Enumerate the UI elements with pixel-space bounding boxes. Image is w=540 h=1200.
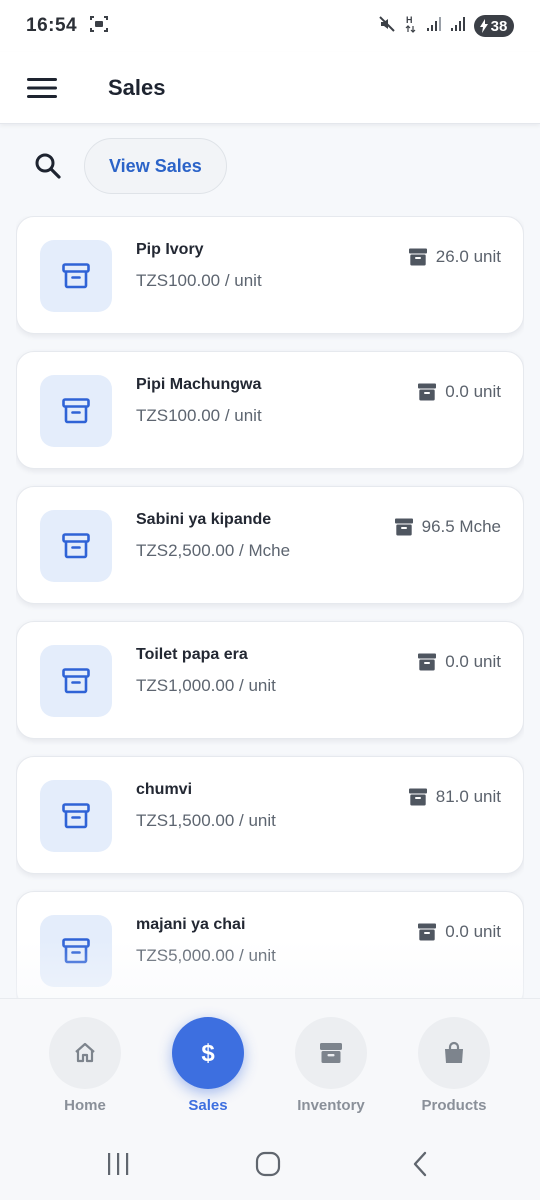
product-price: TZS1,500.00 / unit [136,811,276,830]
product-card[interactable]: chumvi TZS1,500.00 / unit 81.0 unit [16,756,524,874]
nav-sales[interactable]: $ Sales [153,1017,263,1117]
product-price: TZS1,000.00 / unit [136,676,276,695]
archive-box-icon [62,263,90,289]
inventory-box-icon [320,1043,342,1063]
product-icon-tile [40,645,112,717]
stock-box-icon [418,923,437,941]
nav-inventory[interactable]: Inventory [276,1017,386,1117]
mute-icon [378,15,396,38]
page-title: Sales [108,74,166,100]
svg-text:$: $ [201,1040,215,1067]
nav-label-inventory: Inventory [297,1097,365,1114]
product-stock: 0.0 unit [417,922,501,942]
product-name: Pip Ivory [136,241,204,258]
product-stock: 0.0 unit [417,652,501,672]
product-price: TZS100.00 / unit [136,406,262,425]
shopping-bag-icon [445,1041,463,1063]
battery-level: 38 [490,17,508,35]
product-stock: 26.0 unit [408,247,501,267]
product-icon-tile [40,915,112,987]
stock-quantity: 0.0 unit [445,382,501,401]
product-name: Toilet papa era [136,646,248,663]
product-card[interactable]: Toilet papa era TZS1,000.00 / unit 0.0 uni… [16,621,524,739]
battery-indicator: 38 [474,15,514,37]
nav-products[interactable]: Products [399,1017,509,1117]
signal-h-icon: H [404,14,418,39]
product-list: Pip Ivory TZS100.00 / unit 26.0 unit Pipi M… [16,216,524,998]
product-name: majani ya chai [136,916,246,933]
nav-label-products: Products [421,1097,487,1114]
nav-home[interactable]: Home [30,1017,140,1117]
product-card[interactable]: Sabini ya kipande TZS2,500.00 / Mche 96.5 … [16,486,524,604]
product-icon-tile [40,240,112,312]
product-name: Pipi Machungwa [136,376,262,393]
bottom-navigation: Home $ Sales Inventory Products [0,998,540,1126]
stock-quantity: 81.0 unit [435,787,501,806]
product-card[interactable]: majani ya chai TZS5,000.00 / unit 0.0 unit [16,891,524,998]
home-circle-icon [255,1151,281,1177]
stock-quantity: 96.5 Mche [421,517,501,536]
system-navigation [0,1126,540,1200]
product-price: TZS5,000.00 / unit [136,946,276,965]
signal-icon [426,16,442,37]
archive-box-icon [62,938,90,964]
stock-box-icon [408,248,427,266]
status-time: 16:54 [26,15,78,36]
product-name: chumvi [136,781,193,798]
back-icon [413,1151,427,1177]
product-icon-tile [40,510,112,582]
dollar-icon: $ [201,1040,215,1067]
search-button[interactable] [24,142,72,190]
nav-home-button[interactable] [49,1017,121,1089]
archive-box-icon [62,533,90,559]
product-card[interactable]: Pip Ivory TZS100.00 / unit 26.0 unit [16,216,524,334]
battery-charging-icon [479,19,488,33]
search-icon [35,153,61,179]
nav-label-home: Home [64,1097,106,1114]
menu-button[interactable] [0,52,84,124]
recent-apps-button[interactable] [98,1146,138,1182]
stock-box-icon [418,653,437,671]
stock-box-icon [394,518,413,536]
product-icon-tile [40,780,112,852]
product-price: TZS100.00 / unit [136,271,262,290]
view-sales-button[interactable]: View Sales [84,138,227,194]
product-icon-tile [40,375,112,447]
product-stock: 0.0 unit [417,382,501,402]
screenshot-icon [89,14,109,39]
stock-quantity: 0.0 unit [445,652,501,671]
product-price: TZS2,500.00 / Mche [136,541,291,560]
stock-quantity: 0.0 unit [445,922,501,941]
product-name: Sabini ya kipande [136,511,272,528]
stock-quantity: 26.0 unit [435,247,501,266]
product-card[interactable]: Pipi Machungwa TZS100.00 / unit 0.0 unit [16,351,524,469]
app-bar: Sales [0,52,540,124]
nav-sales-button[interactable]: $ [172,1017,244,1089]
nav-inventory-button[interactable] [295,1017,367,1089]
product-stock: 81.0 unit [408,787,501,807]
product-stock: 96.5 Mche [394,517,501,537]
svg-text:H: H [406,15,413,25]
back-button[interactable] [400,1146,440,1182]
recent-apps-icon [108,1153,129,1175]
hamburger-menu-icon [27,77,57,98]
stock-box-icon [408,788,427,806]
stock-box-icon [418,383,437,401]
toolbar: View Sales [0,138,540,194]
archive-box-icon [62,668,90,694]
archive-box-icon [62,398,90,424]
home-icon [75,1042,95,1063]
signal-icon [450,16,466,37]
home-system-button[interactable] [248,1146,288,1182]
archive-box-icon [62,803,90,829]
status-bar: 16:54 H 38 [0,0,540,52]
nav-products-button[interactable] [418,1017,490,1089]
nav-label-sales: Sales [188,1097,228,1114]
